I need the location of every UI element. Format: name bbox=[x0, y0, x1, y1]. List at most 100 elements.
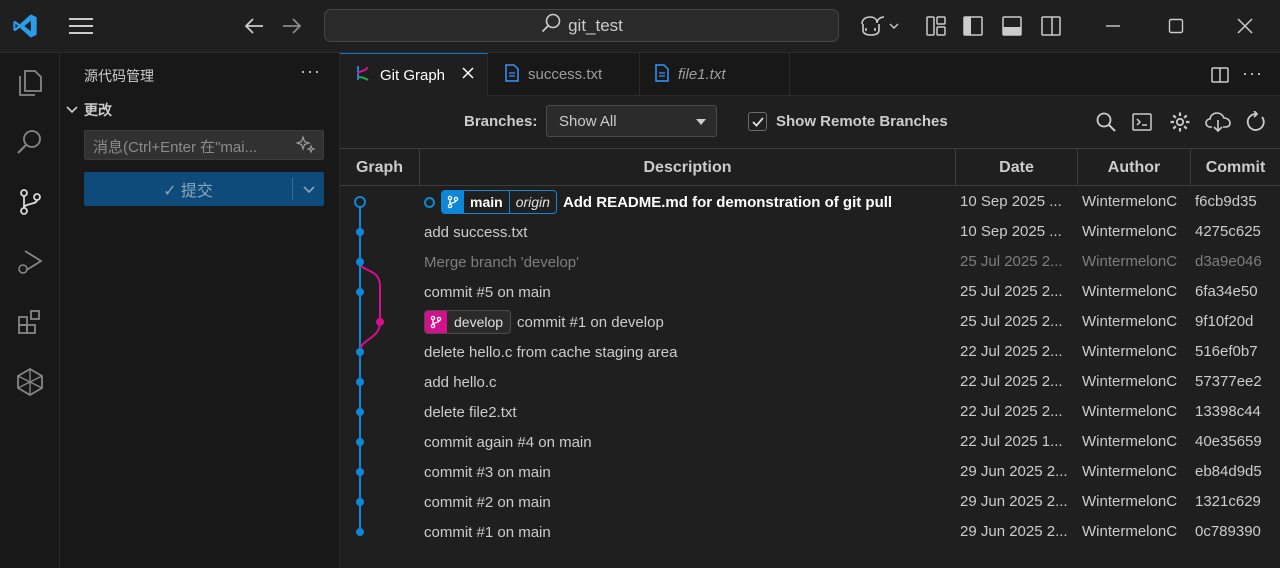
commit-button[interactable]: ✓ 提交 bbox=[84, 172, 324, 206]
commit-description-cell: delete file2.txt bbox=[424, 400, 954, 424]
source-control-sidebar: 源代码管理 ··· 更改 消息(Ctrl+Enter 在"mai... ✓ 提交 bbox=[60, 53, 340, 568]
close-window-icon[interactable] bbox=[1230, 11, 1260, 41]
show-remote-branches-label[interactable]: Show Remote Branches bbox=[776, 113, 948, 130]
table-row[interactable]: commit #2 on main 29 Jun 2025 2... Winterm… bbox=[340, 487, 1280, 517]
column-header-graph[interactable]: Graph bbox=[340, 149, 420, 186]
table-row[interactable]: Merge branch 'develop' 25 Jul 2025 2... Wi… bbox=[340, 247, 1280, 277]
table-row[interactable]: commit #1 on main 29 Jun 2025 2... Winterm… bbox=[340, 517, 1280, 547]
show-remote-branches-checkbox[interactable] bbox=[748, 112, 767, 131]
explorer-icon[interactable] bbox=[0, 53, 60, 111]
commit-author-cell: WintermelonC bbox=[1082, 433, 1178, 450]
column-header-commit[interactable]: Commit bbox=[1191, 149, 1280, 186]
changes-section-label: 更改 bbox=[84, 102, 112, 118]
branches-dropdown[interactable]: Show All bbox=[546, 105, 717, 137]
tab-success-txt[interactable]: success.txt bbox=[490, 53, 640, 96]
commit-button-label[interactable]: ✓ 提交 bbox=[84, 172, 292, 206]
commit-message: commit #5 on main bbox=[424, 283, 551, 301]
search-icon bbox=[540, 12, 562, 39]
editor-tabs: Git Graph success.txt file1.txt ··· bbox=[340, 53, 1280, 96]
commit-date-cell: 22 Jul 2025 2... bbox=[960, 373, 1063, 390]
commit-author-cell: WintermelonC bbox=[1082, 253, 1178, 270]
find-icon[interactable] bbox=[1094, 110, 1118, 134]
vscode-logo-icon bbox=[10, 11, 40, 41]
terminal-icon[interactable] bbox=[1130, 110, 1154, 134]
commit-date-cell: 25 Jul 2025 2... bbox=[960, 313, 1063, 330]
branch-ref-develop[interactable]: develop bbox=[424, 310, 512, 334]
column-header-date[interactable]: Date bbox=[956, 149, 1078, 186]
column-header-author[interactable]: Author bbox=[1078, 149, 1191, 186]
forward-arrow-icon[interactable] bbox=[277, 11, 307, 41]
commit-date-cell: 29 Jun 2025 2... bbox=[960, 463, 1068, 480]
table-row[interactable]: commit #5 on main 25 Jul 2025 2... Winterm… bbox=[340, 277, 1280, 307]
commit-description-cell: Merge branch 'develop' bbox=[424, 250, 954, 274]
command-center-search[interactable]: git_test bbox=[324, 9, 839, 42]
toggle-panel-icon[interactable] bbox=[997, 11, 1027, 41]
minimize-icon[interactable] bbox=[1098, 11, 1128, 41]
sidebar-title: 源代码管理 bbox=[84, 68, 154, 84]
commit-message: Add README.md for demonstration of git p… bbox=[562, 193, 893, 211]
commit-description-cell: commit #5 on main bbox=[424, 280, 954, 304]
activity-bar bbox=[0, 53, 60, 568]
toggle-secondary-sidebar-icon[interactable] bbox=[1036, 11, 1066, 41]
commit-description-cell: commit #2 on main bbox=[424, 490, 954, 514]
editor-more-actions-icon[interactable]: ··· bbox=[1242, 63, 1263, 84]
commit-author-cell: WintermelonC bbox=[1082, 403, 1178, 420]
commit-description-cell: commit #3 on main bbox=[424, 460, 954, 484]
commit-message: Merge branch 'develop' bbox=[424, 253, 579, 271]
fetch-cloud-icon[interactable] bbox=[1204, 110, 1232, 134]
changes-section-header[interactable]: 更改 bbox=[64, 100, 112, 120]
git-graph-icon bbox=[354, 64, 372, 86]
head-indicator-icon bbox=[424, 196, 435, 208]
commit-message: commit again #4 on main bbox=[424, 433, 592, 451]
source-control-icon[interactable] bbox=[0, 173, 60, 231]
more-actions-icon[interactable]: ··· bbox=[300, 61, 321, 82]
split-editor-icon[interactable] bbox=[1210, 65, 1230, 90]
copilot-icon[interactable] bbox=[857, 11, 901, 41]
back-arrow-icon[interactable] bbox=[239, 11, 269, 41]
search-view-icon[interactable] bbox=[0, 113, 60, 171]
commit-description-cell: commit again #4 on main bbox=[424, 430, 954, 454]
commit-dropdown-icon[interactable] bbox=[293, 172, 324, 206]
commit-date-cell: 25 Jul 2025 2... bbox=[960, 283, 1063, 300]
table-row[interactable]: delete file2.txt 22 Jul 2025 2... Winterme… bbox=[340, 397, 1280, 427]
commit-hash-cell: 57377ee2 bbox=[1195, 373, 1262, 390]
tab-git-graph[interactable]: Git Graph bbox=[340, 53, 488, 96]
refresh-icon[interactable] bbox=[1244, 110, 1268, 134]
maximize-icon[interactable] bbox=[1161, 11, 1191, 41]
tab-file1-txt[interactable]: file1.txt bbox=[640, 53, 790, 96]
run-debug-icon[interactable] bbox=[0, 233, 60, 291]
menu-icon[interactable] bbox=[66, 11, 96, 41]
branch-icon bbox=[442, 191, 464, 213]
branch-ref-name: main bbox=[470, 194, 503, 210]
close-tab-icon[interactable] bbox=[461, 66, 475, 84]
commit-message: delete file2.txt bbox=[424, 403, 517, 421]
commit-author-cell: WintermelonC bbox=[1082, 283, 1178, 300]
commit-message: add hello.c bbox=[424, 373, 497, 391]
settings-gear-icon[interactable] bbox=[1168, 110, 1192, 134]
file-icon bbox=[654, 63, 670, 86]
sparkle-icon[interactable] bbox=[295, 135, 316, 160]
tab-label: Git Graph bbox=[380, 66, 446, 84]
commit-hash-cell: 13398c44 bbox=[1195, 403, 1261, 420]
checkmark-icon bbox=[751, 116, 764, 127]
commit-date-cell: 29 Jun 2025 2... bbox=[960, 493, 1068, 510]
commit-message: commit #3 on main bbox=[424, 463, 551, 481]
customize-layout-icon[interactable] bbox=[921, 11, 951, 41]
table-row[interactable]: commit again #4 on main 22 Jul 2025 1... W… bbox=[340, 427, 1280, 457]
git-graph-activity-icon[interactable] bbox=[0, 353, 60, 411]
extensions-icon[interactable] bbox=[0, 293, 60, 351]
table-row[interactable]: add success.txt 10 Sep 2025 ... Wintermelo… bbox=[340, 217, 1280, 247]
table-row[interactable]: add hello.c 22 Jul 2025 2... WintermelonC 5… bbox=[340, 367, 1280, 397]
table-row[interactable]: main origin Add README.md for demonstratio… bbox=[340, 187, 1280, 217]
column-header-description[interactable]: Description bbox=[420, 149, 956, 186]
toggle-primary-sidebar-icon[interactable] bbox=[958, 11, 988, 41]
git-graph-controls: Branches: Show All Show Remote Branches bbox=[340, 96, 1280, 148]
commit-message-input[interactable]: 消息(Ctrl+Enter 在"mai... bbox=[84, 130, 324, 160]
commit-description-cell: commit #1 on main bbox=[424, 520, 954, 544]
table-row[interactable]: delete hello.c from cache staging area 22… bbox=[340, 337, 1280, 367]
commit-date-cell: 22 Jul 2025 2... bbox=[960, 343, 1063, 360]
commit-hash-cell: d3a9e046 bbox=[1195, 253, 1262, 270]
table-row[interactable]: develop commit #1 on develop 25 Jul 2025 2… bbox=[340, 307, 1280, 337]
table-row[interactable]: commit #3 on main 29 Jun 2025 2... Winterm… bbox=[340, 457, 1280, 487]
branch-ref-main[interactable]: main origin bbox=[441, 190, 557, 214]
